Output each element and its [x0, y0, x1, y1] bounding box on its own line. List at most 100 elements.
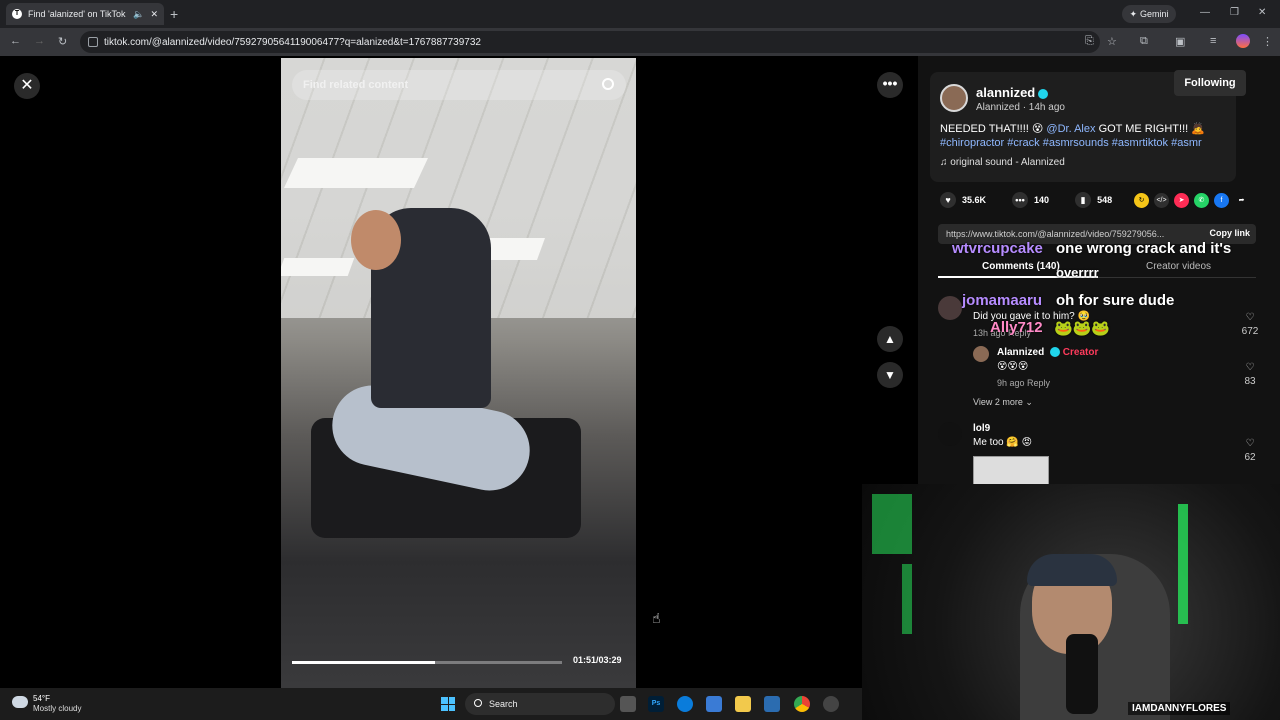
- weather-desc: Mostly cloudy: [33, 704, 82, 713]
- forward-button[interactable]: →: [34, 35, 45, 47]
- mention-link[interactable]: @Dr. Alex: [1046, 123, 1095, 135]
- save-count: 548: [1097, 195, 1113, 205]
- comment-like-icon[interactable]: ♡: [1240, 312, 1260, 323]
- video-player[interactable]: Find related content 01:51/03:29: [281, 58, 636, 688]
- reply-avatar[interactable]: [973, 346, 989, 362]
- taskbar-search-label: Search: [489, 699, 518, 709]
- minimize-icon[interactable]: —: [1200, 7, 1210, 18]
- reply-like-count: 83: [1244, 376, 1256, 387]
- cloud-icon[interactable]: [12, 696, 28, 708]
- url-text: tiktok.com/@alannized/video/759279056411…: [104, 36, 481, 48]
- previous-video-button[interactable]: ▲: [877, 326, 903, 352]
- comment-avatar[interactable]: [938, 296, 962, 320]
- tab-creator-videos[interactable]: Creator videos: [1146, 261, 1211, 272]
- menu-kebab-icon[interactable]: ⋮: [1262, 35, 1273, 48]
- chat-overlay-user: Ally712: [990, 319, 1043, 336]
- obs-icon[interactable]: [823, 696, 839, 712]
- video-frame-light: [284, 158, 428, 188]
- new-tab-button[interactable]: +: [170, 6, 178, 22]
- site-info-icon[interactable]: [88, 37, 98, 47]
- video-frame-head: [351, 210, 401, 270]
- facebook-icon[interactable]: f: [1214, 193, 1229, 208]
- reload-button[interactable]: ↻: [58, 35, 67, 48]
- post-side-panel: alannized Alannized · 14h ago NEEDED THA…: [918, 56, 1280, 486]
- install-icon[interactable]: ⎘: [1085, 35, 1094, 48]
- repost-icon[interactable]: ↻: [1134, 193, 1149, 208]
- more-options-button[interactable]: •••: [877, 72, 903, 98]
- comment-image[interactable]: [973, 456, 1049, 486]
- whatsapp-icon[interactable]: ✆: [1194, 193, 1209, 208]
- creator-tag: Creator: [1062, 347, 1099, 358]
- comment-icon[interactable]: •••: [1012, 192, 1029, 208]
- author-avatar[interactable]: [940, 84, 968, 112]
- photoshop-icon[interactable]: Ps: [648, 696, 664, 712]
- send-icon[interactable]: ➤: [1174, 193, 1189, 208]
- address-bar[interactable]: tiktok.com/@alannized/video/759279056411…: [80, 31, 1100, 53]
- app-icon[interactable]: [764, 696, 780, 712]
- tiktok-favicon-icon: T: [12, 9, 22, 19]
- find-related-search[interactable]: Find related content: [292, 70, 626, 100]
- chat-overlay-message: one wrong crack and it's: [1056, 240, 1232, 257]
- chrome-icon[interactable]: [794, 696, 810, 712]
- back-button[interactable]: ←: [10, 35, 21, 47]
- gemini-button[interactable]: ✦ Gemini: [1122, 5, 1176, 23]
- reply-author[interactable]: Alannized Creator: [997, 347, 1098, 358]
- task-view-icon[interactable]: [620, 696, 636, 712]
- video-progress-bar[interactable]: [292, 661, 562, 664]
- comment-like-icon[interactable]: ♡: [1240, 438, 1260, 449]
- browser-toolbar: ← → ↻ tiktok.com/@alannized/video/759279…: [0, 28, 1280, 56]
- gemini-label: Gemini: [1140, 9, 1169, 19]
- hashtags[interactable]: #chiropractor #crack #asmrsounds #asmrti…: [940, 137, 1202, 149]
- share-arrow-icon[interactable]: ➦: [1234, 193, 1249, 208]
- tab-comments[interactable]: Comments (140): [982, 261, 1060, 272]
- reply-like-icon[interactable]: ♡: [1240, 362, 1260, 373]
- verified-badge-icon: [1038, 88, 1049, 99]
- video-frame-light: [281, 258, 355, 276]
- bookmark-icon[interactable]: ▮: [1075, 192, 1092, 208]
- side-panel-icon[interactable]: ▣: [1175, 35, 1185, 48]
- bookmark-star-icon[interactable]: ☆: [1107, 35, 1117, 48]
- edge-icon[interactable]: [677, 696, 693, 712]
- verified-badge-icon: [1050, 347, 1061, 358]
- reply-text: 😵😵😵: [997, 361, 1029, 372]
- embed-icon[interactable]: </>: [1154, 193, 1169, 208]
- window-close-icon[interactable]: ✕: [1258, 7, 1266, 18]
- engagement-stats: ♥ 35.6K ••• 140 ▮ 548: [940, 192, 1112, 208]
- following-button[interactable]: Following: [1174, 70, 1246, 96]
- chat-overlay-user: jomamaaru: [962, 292, 1043, 309]
- comment-text: Me too 🤗 😡: [973, 437, 1033, 448]
- search-icon[interactable]: [602, 78, 614, 90]
- taskbar-search[interactable]: Search: [465, 693, 615, 715]
- next-video-button[interactable]: ▼: [877, 362, 903, 388]
- chat-overlay-emotes: 🐸🐸🐸: [1054, 320, 1111, 337]
- comment-author[interactable]: lol9: [973, 423, 990, 434]
- chevron-down-icon: ▼: [884, 368, 896, 382]
- cam-light: [1178, 504, 1188, 624]
- share-link-url: https://www.tiktok.com/@alannized/video/…: [946, 229, 1165, 239]
- browser-tab[interactable]: T Find 'alanized' on TikTok | T 🔈 ✕: [6, 3, 164, 25]
- chat-overlay-message: oh for sure dude: [1056, 292, 1175, 309]
- media-icon[interactable]: ≡: [1210, 35, 1216, 47]
- close-video-button[interactable]: ✕: [14, 73, 40, 99]
- speaker-icon[interactable]: 🔈: [133, 9, 144, 20]
- find-related-placeholder: Find related content: [303, 79, 409, 91]
- like-count: 35.6K: [962, 195, 987, 205]
- reply-meta[interactable]: 9h ago Reply: [997, 378, 1050, 388]
- extensions-icon[interactable]: ⧉: [1140, 35, 1148, 48]
- chat-overlay-user: wtvrcupcake: [952, 240, 1043, 257]
- comment-like-count: 62: [1244, 452, 1256, 463]
- comment-like-count: 672: [1241, 326, 1259, 337]
- heart-icon[interactable]: ♥: [940, 192, 956, 208]
- view-more-replies[interactable]: View 2 more ⌄: [973, 397, 1033, 408]
- sound-link[interactable]: ♫ original sound - Alannized: [940, 157, 1065, 168]
- author-name[interactable]: alannized: [976, 85, 1049, 100]
- comment-avatar[interactable]: [938, 422, 962, 446]
- store-icon[interactable]: [706, 696, 722, 712]
- maximize-icon[interactable]: ❐: [1230, 7, 1239, 18]
- tab-close-icon[interactable]: ✕: [150, 9, 158, 20]
- file-explorer-icon[interactable]: [735, 696, 751, 712]
- windows-start-icon[interactable]: [441, 697, 455, 711]
- copy-link-button[interactable]: Copy link: [1209, 228, 1250, 238]
- microphone: [1066, 634, 1098, 714]
- profile-avatar[interactable]: [1236, 34, 1250, 48]
